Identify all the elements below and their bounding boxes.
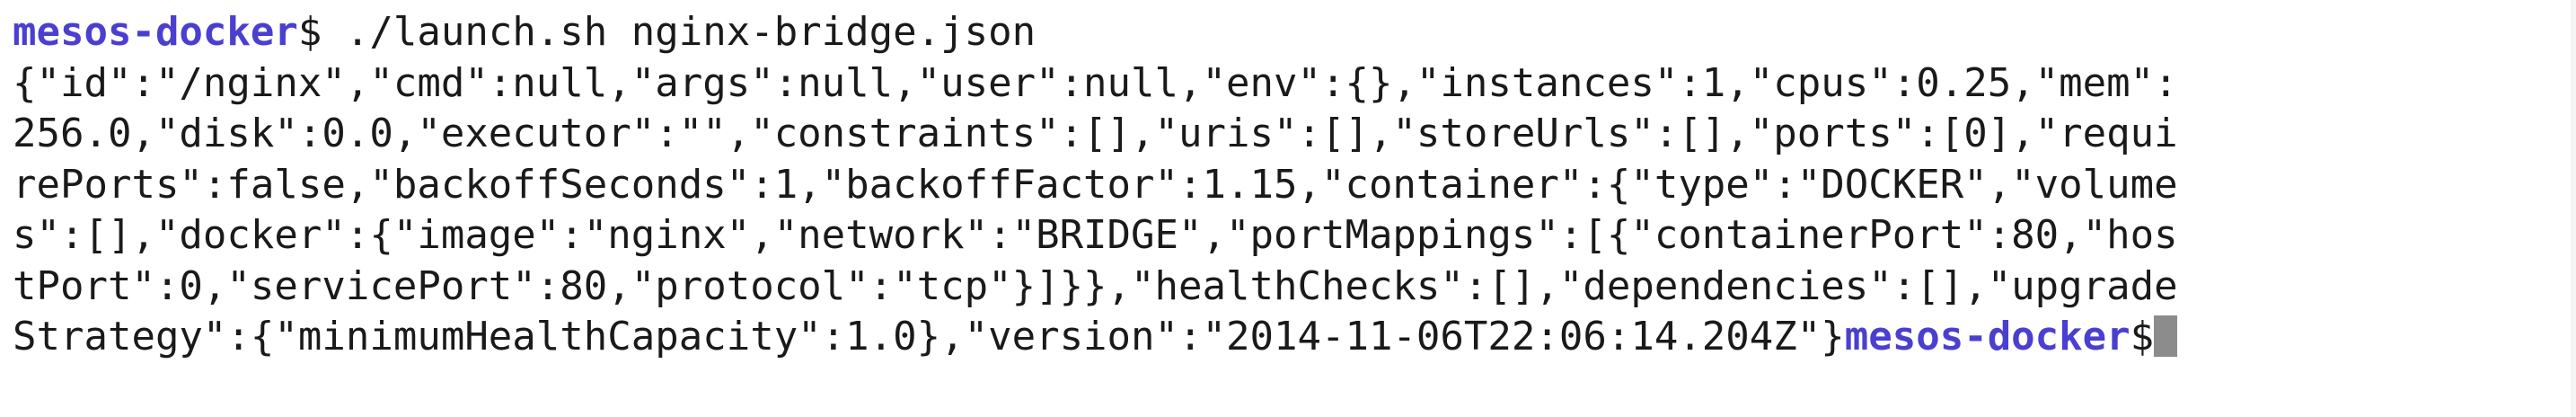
output-line-3: rePorts":false,"backoffSeconds":1,"backo… — [13, 161, 2178, 208]
scrollbar-track[interactable] — [2571, 0, 2576, 417]
output-line-2: 256.0,"disk":0.0,"executor":"","constrai… — [13, 111, 2178, 156]
output-line-4: s":[],"docker":{"image":"nginx","network… — [13, 212, 2178, 258]
terminal-window[interactable]: mesos-docker$ ./launch.sh nginx-bridge.j… — [0, 0, 2576, 417]
output-line-6: Strategy":{"minimumHealthCapacity":1.0},… — [13, 312, 2563, 363]
trailing-prompt-symbol: $ — [2130, 314, 2155, 359]
prompt-symbol: $ — [297, 9, 322, 55]
output-line-5: tPort":0,"servicePort":80,"protocol":"tc… — [13, 262, 2178, 309]
command-text: ./launch.sh nginx-bridge.json — [322, 9, 1037, 55]
prompt-label: mesos-docker — [13, 9, 298, 55]
output-line-1: {"id":"/nginx","cmd":null,"args":null,"u… — [13, 59, 2178, 106]
text-cursor[interactable] — [2154, 315, 2178, 357]
output-line-6-text: Strategy":{"minimumHealthCapacity":1.0},… — [13, 314, 1845, 359]
command-line: mesos-docker$ ./launch.sh nginx-bridge.j… — [13, 7, 2563, 58]
trailing-prompt-label: mesos-docker — [1844, 314, 2130, 359]
